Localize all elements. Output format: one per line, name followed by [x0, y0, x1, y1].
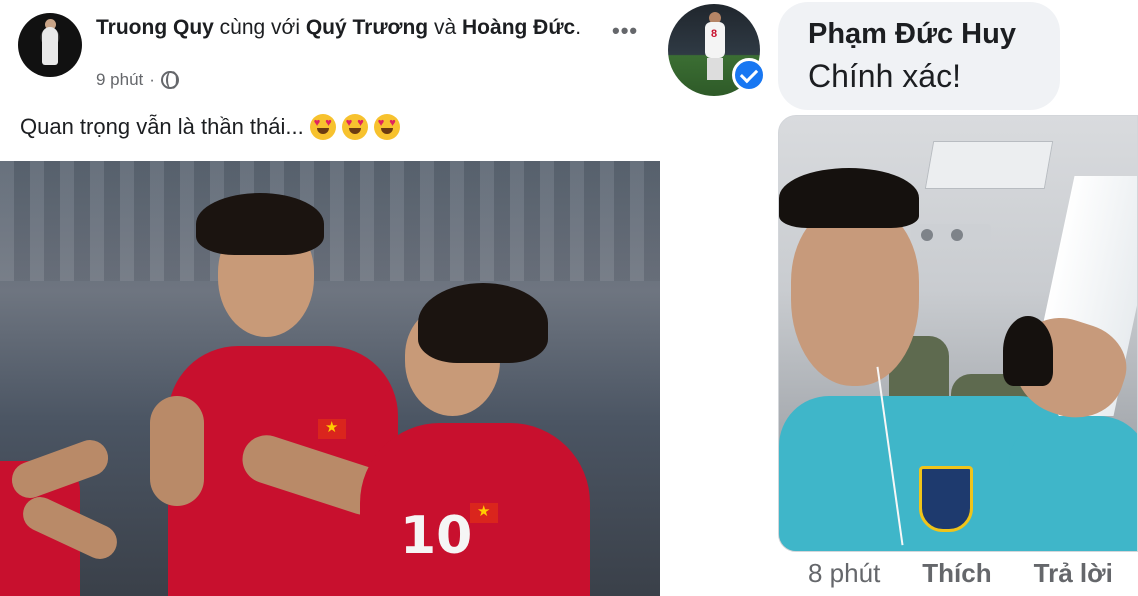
- facebook-post: Truong Quy cùng với Quý Trương và Hoàng …: [0, 0, 660, 596]
- comment-actions: 8 phút Thích Trả lời: [808, 558, 1113, 589]
- heart-eyes-emoji-icon: [341, 114, 368, 140]
- post-body-text: Quan trọng vẫn là thần thái...: [20, 114, 304, 139]
- globe-icon[interactable]: [160, 71, 179, 89]
- comment-timestamp[interactable]: 8 phút: [808, 558, 880, 589]
- comment-photo[interactable]: [778, 115, 1138, 552]
- tagged-person-1[interactable]: Quý Trương: [306, 16, 428, 39]
- post-photo[interactable]: 10: [0, 161, 660, 596]
- and-text: và: [433, 16, 457, 39]
- heart-eyes-emoji-icon: [373, 114, 400, 140]
- comment-text: Chính xác!: [808, 58, 961, 94]
- with-text: cùng với: [219, 16, 300, 39]
- meta-separator: ·: [149, 70, 155, 89]
- post-meta: 9 phút ·: [96, 70, 179, 90]
- post-author-avatar[interactable]: [18, 13, 82, 77]
- reply-button[interactable]: Trả lời: [1034, 558, 1113, 589]
- avatar-jersey-number: 8: [711, 28, 718, 40]
- post-header: Truong Quy cùng với Quý Trương và Hoàng …: [96, 16, 582, 39]
- more-options-icon[interactable]: •••: [612, 18, 638, 44]
- verified-badge-icon: [732, 58, 766, 92]
- comment-author-name[interactable]: Phạm Đức Huy: [808, 18, 1016, 51]
- like-button[interactable]: Thích: [922, 558, 991, 589]
- tagged-person-2[interactable]: Hoàng Đức: [462, 16, 575, 39]
- post-author-name[interactable]: Truong Quy: [96, 16, 214, 39]
- heart-eyes-emoji-icon: [309, 114, 336, 140]
- post-text: Quan trọng vẫn là thần thái...: [20, 114, 400, 140]
- post-timestamp[interactable]: 9 phút: [96, 70, 143, 90]
- photo-jersey-number: 10: [400, 506, 473, 566]
